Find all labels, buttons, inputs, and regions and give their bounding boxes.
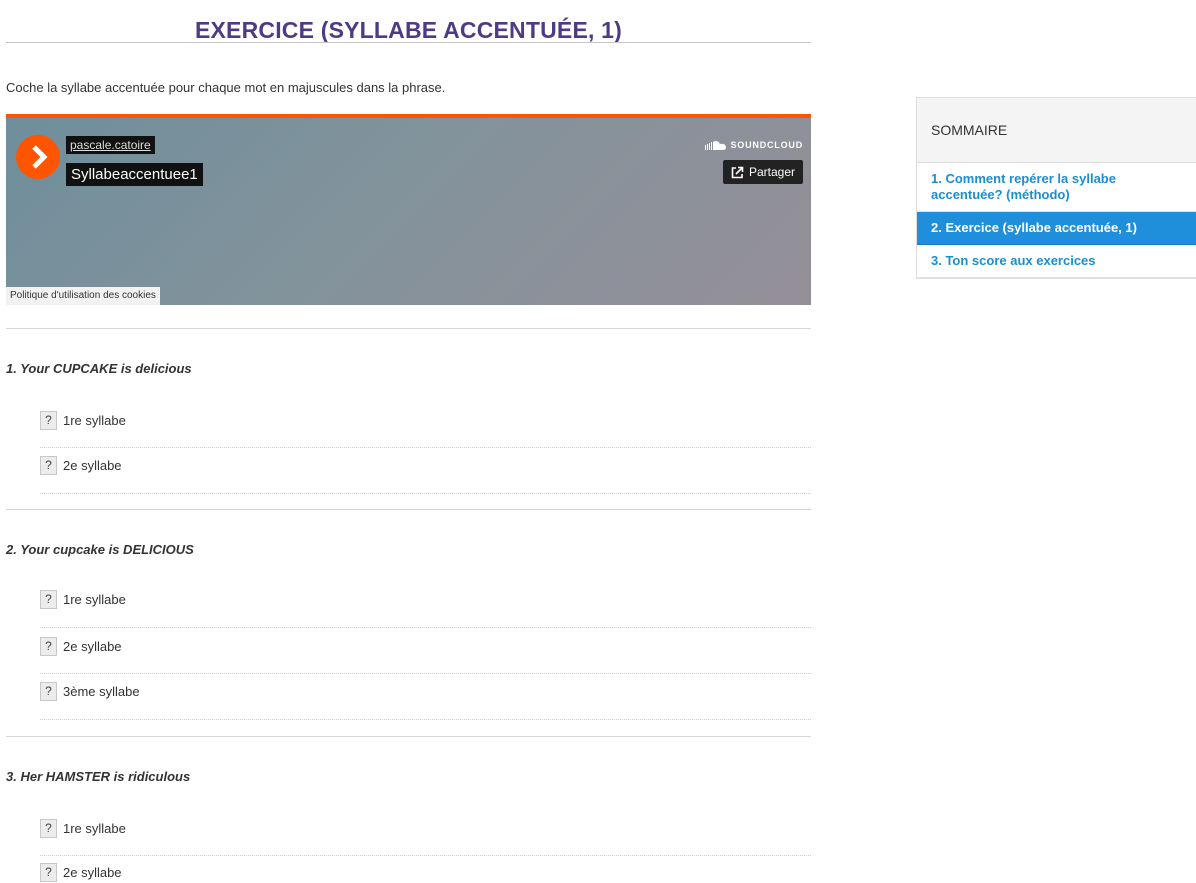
answer-checkbox[interactable]: ?: [40, 455, 57, 475]
answer-checkbox[interactable]: ?: [40, 589, 57, 609]
answer-option[interactable]: ? 3ème syllabe: [40, 680, 811, 702]
option-divider: [40, 493, 811, 494]
answer-label: 2e syllabe: [63, 457, 122, 473]
sidebar-item-score[interactable]: 3. Ton score aux exercices: [917, 245, 1196, 278]
answer-option[interactable]: ? 1re syllabe: [40, 409, 811, 431]
sidebar-heading: SOMMAIRE: [917, 98, 1196, 163]
answer-checkbox[interactable]: ?: [40, 862, 57, 882]
artist-link[interactable]: pascale.catoire: [66, 136, 155, 154]
answer-option[interactable]: ? 2e syllabe: [40, 861, 811, 883]
cookie-policy-link[interactable]: Politique d'utilisation des cookies: [6, 287, 160, 305]
answer-option[interactable]: ? 1re syllabe: [40, 588, 811, 610]
answer-option[interactable]: ? 2e syllabe: [40, 454, 811, 476]
sidebar-summary: SOMMAIRE 1. Comment repérer la syllabe a…: [916, 97, 1196, 279]
title-divider: [6, 42, 811, 43]
sidebar-item-methodo[interactable]: 1. Comment repérer la syllabe accentuée?…: [917, 163, 1196, 212]
question-title: 2. Your cupcake is DELICIOUS: [6, 542, 194, 557]
answer-label: 1re syllabe: [63, 591, 126, 607]
page-title: EXERCICE (SYLLABE ACCENTUÉE, 1): [194, 17, 623, 43]
share-label: Partager: [748, 165, 795, 179]
option-divider: [40, 719, 811, 720]
answer-checkbox[interactable]: ?: [40, 410, 57, 430]
answer-label: 3ème syllabe: [63, 683, 140, 699]
question-title: 3. Her HAMSTER is ridiculous: [6, 769, 191, 784]
section-divider: [6, 736, 811, 737]
answer-option[interactable]: ? 1re syllabe: [40, 817, 811, 839]
option-divider: [40, 855, 811, 856]
answer-option[interactable]: ? 2e syllabe: [40, 635, 811, 657]
instructions-text: Coche la syllabe accentuée pour chaque m…: [6, 80, 446, 95]
soundcloud-logo[interactable]: SOUNDCLOUD: [704, 140, 804, 150]
play-icon: [32, 145, 48, 169]
answer-checkbox[interactable]: ?: [40, 681, 57, 701]
section-divider: [6, 509, 811, 510]
soundcloud-brand: SOUNDCLOUD: [730, 140, 803, 150]
answer-label: 1re syllabe: [63, 412, 126, 428]
track-title[interactable]: Syllabeaccentuee1: [66, 163, 203, 186]
section-divider: [6, 328, 811, 329]
answer-label: 1re syllabe: [63, 820, 126, 836]
answer-checkbox[interactable]: ?: [40, 818, 57, 838]
main-content: EXERCICE (SYLLABE ACCENTUÉE, 1) Coche la…: [6, 0, 811, 882]
answer-label: 2e syllabe: [63, 864, 122, 880]
player-accent-bar: [6, 114, 811, 118]
option-divider: [40, 627, 811, 628]
answer-checkbox[interactable]: ?: [40, 636, 57, 656]
option-divider: [40, 447, 811, 448]
answer-label: 2e syllabe: [63, 638, 122, 654]
share-icon: [731, 166, 744, 178]
share-button[interactable]: Partager: [722, 160, 803, 184]
sidebar-item-exercice[interactable]: 2. Exercice (syllabe accentuée, 1): [917, 212, 1196, 245]
play-button[interactable]: [16, 135, 60, 179]
question-title: 1. Your CUPCAKE is delicious: [6, 361, 192, 376]
soundcloud-player: pascale.catoire Syllabeaccentuee1 SOUNDC…: [6, 114, 811, 305]
soundcloud-cloud-icon: [704, 140, 726, 150]
option-divider: [40, 673, 811, 674]
